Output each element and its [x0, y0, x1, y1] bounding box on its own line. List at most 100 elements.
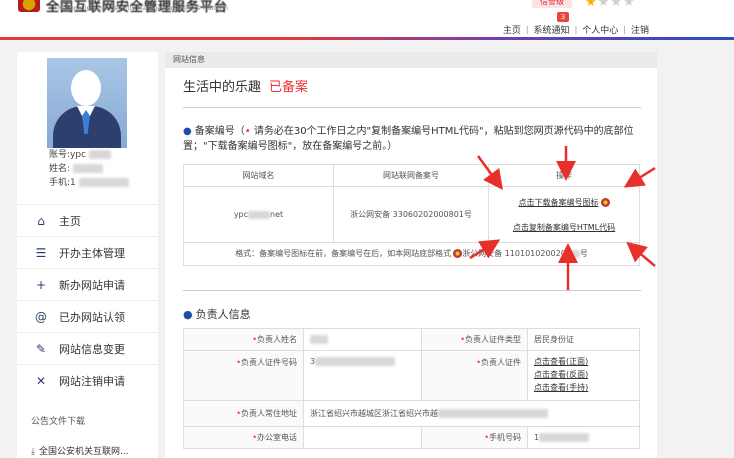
status-badge: 已备案 [269, 80, 309, 95]
announcement-item-label: 全国公安机关互联网... [38, 447, 129, 457]
notification-count-badge: 3 [557, 12, 569, 22]
sidebar-item-entity-management[interactable]: ☰ 开办主体管理 [17, 236, 158, 268]
police-badge-icon [600, 197, 610, 207]
field-label: •办公室电话 [184, 427, 304, 448]
star-filled-icon: ★ [585, 0, 598, 10]
sidebar-item-new-site[interactable]: + 新办网站申请 [17, 268, 158, 300]
divider [183, 107, 641, 108]
view-id-handheld-link[interactable]: 点击查看(手持) [534, 381, 639, 394]
domain-cell: ypc net [184, 187, 334, 242]
credit-level-badge: 信誉级 [532, 0, 572, 8]
nav-logout-link[interactable]: 注销 [626, 23, 654, 36]
police-emblem-icon [18, 0, 40, 12]
police-badge-icon [453, 249, 463, 258]
sidebar-item-label: 开办主体管理 [59, 246, 125, 260]
sidebar-item-claim-site[interactable]: @ 已办网站认领 [17, 300, 158, 332]
site-name: 生活中的乐趣 [183, 80, 262, 95]
star-empty-icon: ★★★ [597, 0, 636, 10]
record-section-heading: ● 备案编号（• 请务必在30个工作日之内"复制备案编号HTML代码"，粘贴到您网… [183, 126, 634, 152]
phone-value: 1 [70, 178, 76, 188]
record-note: 请务必在30个工作日之内"复制备案编号HTML代码"，粘贴到您网页源代码中的底部… [183, 126, 634, 152]
table-header: 网站域名 网站联网备案号 操作 [184, 165, 639, 187]
format-note-text: 格式：备案编号图标在前，备案编号在后，如本网站底部格式 [235, 249, 452, 258]
owner-section-heading: ● 负责人信息 [183, 306, 251, 322]
sidebar-item-home[interactable]: ⌂ 主页 [17, 204, 158, 236]
edit-icon: ✎ [35, 341, 47, 356]
user-info: 账号:ypc 姓名: 手机:1 [49, 148, 129, 190]
owner-name-value [304, 329, 422, 350]
record-number-cell: 浙公网安备 33060202000801号 [334, 187, 489, 242]
column-header: 网站域名 [184, 165, 334, 186]
table-row: •负责人常住地址 浙江省绍兴市越城区浙江省绍兴市越 [184, 401, 640, 427]
breadcrumb: 网站信息 [165, 52, 657, 68]
record-heading: 备案编号 [194, 126, 235, 137]
field-label: •负责人姓名 [184, 329, 304, 350]
platform-subtitle: National Internet Security Management Se… [58, 5, 229, 12]
copy-record-html-link[interactable]: 点击复制备案编号HTML代码 [513, 222, 615, 233]
sidebar-item-cancel-site[interactable]: ✕ 网站注销申请 [17, 364, 158, 396]
domain-suffix: net [270, 210, 284, 219]
list-icon: ☰ [35, 245, 47, 260]
table-row: •办公室电话 •手机号码 1 [184, 427, 640, 449]
credit-stars: ★★★★ [585, 0, 636, 10]
domain-prefix: ypc [233, 210, 249, 219]
header-stripe [0, 37, 734, 40]
sidebar-item-label: 新办网站申请 [59, 278, 125, 292]
address-value: 浙江省绍兴市越城区浙江省绍兴市越 [304, 401, 640, 426]
sidebar-item-change-info[interactable]: ✎ 网站信息变更 [17, 332, 158, 364]
mobile-value: 1 [528, 427, 640, 448]
announcement-download-link[interactable]: ⤓ 全国公安机关互联网... [31, 444, 129, 457]
column-header: 网站联网备案号 [334, 165, 489, 186]
main-panel: 网站信息 生活中的乐趣 已备案 ● 备案编号（• 请务必在30个工作日之内"复制备案… [165, 52, 657, 458]
owner-table: •负责人姓名 •负责人证件类型 居民身份证 •负责人证件号码 3 •负责人证件 … [183, 328, 640, 449]
table-row: •负责人证件号码 3 •负责人证件 点击查看(正面) 点击查看(反面) 点击查看… [184, 351, 640, 401]
nav-home-link[interactable]: 主页 [498, 23, 526, 36]
name-label: 姓名: [49, 164, 71, 174]
sidebar-menu: ⌂ 主页 ☰ 开办主体管理 + 新办网站申请 @ 已办网站认领 ✎ 网站信息变更 ✕ 网站注… [17, 204, 158, 396]
id-photo-links: 点击查看(正面) 点击查看(反面) 点击查看(手持) [528, 351, 640, 400]
top-nav: 主页 | 系统通知 | 个人中心 | 注销 [498, 23, 654, 36]
view-id-back-link[interactable]: 点击查看(反面) [534, 368, 639, 381]
record-table: 网站域名 网站联网备案号 操作 ypc net 浙公网安备 33060202000… [183, 164, 640, 266]
sidebar-item-label: 网站注销申请 [59, 374, 125, 388]
id-type-value: 居民身份证 [528, 329, 640, 350]
table-row: •负责人姓名 •负责人证件类型 居民身份证 [184, 329, 640, 351]
field-label: •负责人证件 [422, 351, 528, 400]
owner-heading: 负责人信息 [195, 308, 251, 321]
field-label: •手机号码 [422, 427, 528, 448]
sidebar-item-label: 主页 [59, 214, 81, 228]
sidebar: 账号:ypc 姓名: 手机:1 ⌂ 主页 ☰ 开办主体管理 + 新办网站申请 @ 已办网… [17, 52, 158, 458]
field-label: •负责人证件号码 [184, 351, 304, 400]
note-dot: • [244, 126, 251, 137]
account-value: ypc [70, 150, 87, 160]
close-icon: ✕ [35, 373, 47, 388]
phone-label: 手机: [49, 178, 71, 188]
download-record-icon-link[interactable]: 点击下载备案编号图标 [519, 198, 599, 207]
bullet-icon: ● [183, 308, 193, 321]
nav-profile-link[interactable]: 个人中心 [577, 23, 623, 36]
column-header: 操作 [556, 171, 572, 180]
field-label: •负责人常住地址 [184, 401, 304, 426]
home-icon: ⌂ [37, 213, 45, 228]
bullet-icon: ● [183, 126, 192, 137]
sidebar-item-label: 网站信息变更 [59, 342, 125, 356]
format-example-post: 号 [579, 249, 588, 258]
action-cell: 点击下载备案编号图标 点击复制备案编号HTML代码 [489, 187, 639, 242]
account-label: 账号: [49, 150, 71, 160]
page-title: 生活中的乐趣 已备案 [183, 76, 308, 95]
plus-icon: + [35, 277, 47, 292]
format-example-pre: 浙公网安备 110101020020 [462, 249, 566, 258]
id-number-value: 3 [304, 351, 422, 400]
divider [183, 290, 641, 291]
view-id-front-link[interactable]: 点击查看(正面) [534, 355, 639, 368]
avatar [47, 58, 127, 148]
top-header: 全国互联网安全管理服务平台 National Internet Security… [0, 0, 734, 38]
nav-notifications-link[interactable]: 系统通知 [529, 23, 575, 36]
field-label: •负责人证件类型 [422, 329, 528, 350]
office-phone-value [304, 427, 422, 448]
download-icon: ⤓ [31, 447, 35, 457]
table-row: ypc net 浙公网安备 33060202000801号 点击下载备案编号图标 … [184, 187, 639, 243]
at-icon: @ [35, 309, 47, 324]
sidebar-item-label: 已办网站认领 [59, 310, 125, 324]
format-note: 格式：备案编号图标在前，备案编号在后，如本网站底部格式 浙公网安备 1101010… [184, 243, 639, 265]
